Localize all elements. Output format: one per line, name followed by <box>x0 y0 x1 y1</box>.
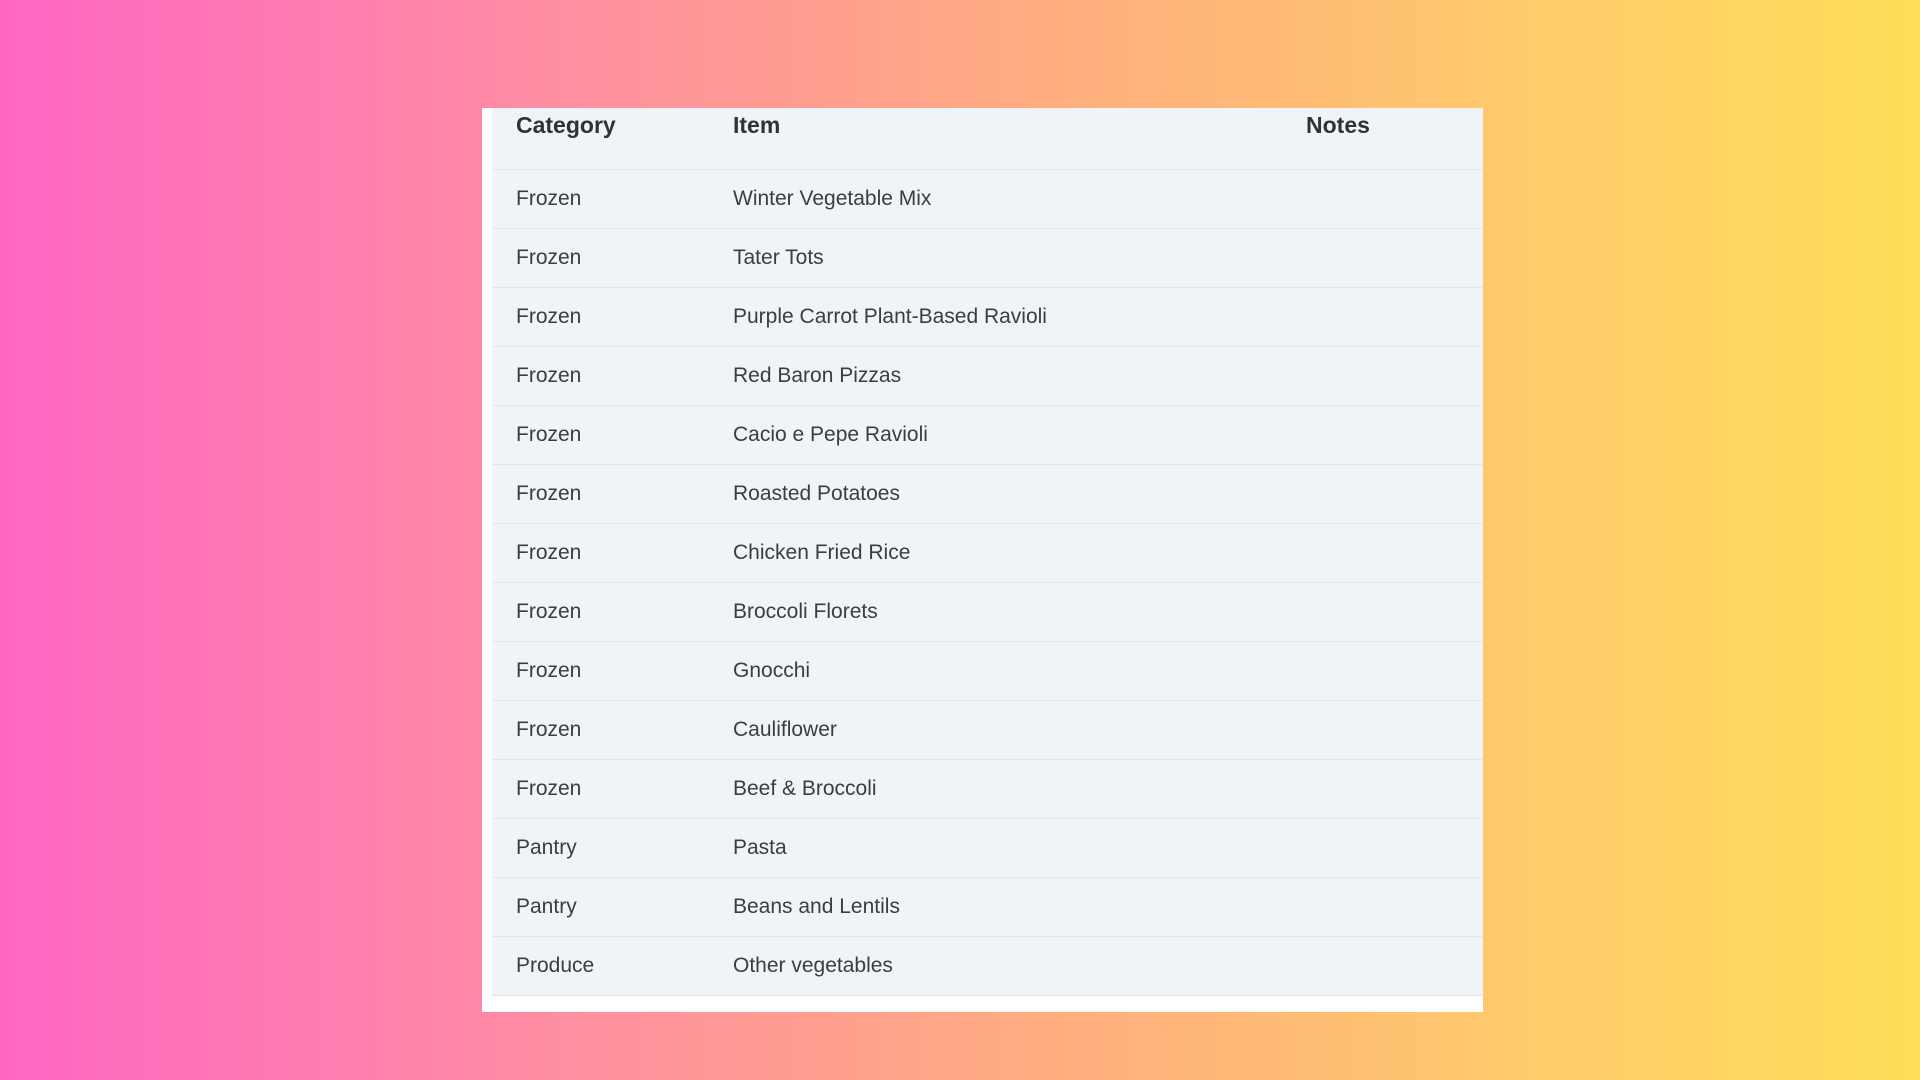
category-cell: Frozen <box>516 305 582 328</box>
item-cell: Beef & Broccoli <box>733 777 877 800</box>
table-row[interactable]: Frozen Beef & Broccoli <box>492 760 1483 819</box>
category-cell: Frozen <box>516 659 582 682</box>
table-row[interactable]: Frozen Tater Tots <box>492 229 1483 288</box>
category-cell: Frozen <box>516 246 582 269</box>
item-cell: Cauliflower <box>733 718 837 741</box>
item-cell: Tater Tots <box>733 246 824 269</box>
category-cell: Frozen <box>516 364 582 387</box>
category-cell: Frozen <box>516 423 582 446</box>
category-cell: Frozen <box>516 187 582 210</box>
grocery-table: Category Item Notes Frozen Winter Vegeta… <box>492 108 1483 996</box>
table-row[interactable]: Frozen Red Baron Pizzas <box>492 347 1483 406</box>
category-cell: Pantry <box>516 836 577 859</box>
table-row[interactable]: Frozen Purple Carrot Plant-Based Ravioli <box>492 288 1483 347</box>
item-cell: Pasta <box>733 836 787 859</box>
table-row[interactable]: Frozen Roasted Potatoes <box>492 465 1483 524</box>
table-row[interactable]: Frozen Winter Vegetable Mix <box>492 170 1483 229</box>
category-cell: Frozen <box>516 718 582 741</box>
item-cell: Winter Vegetable Mix <box>733 187 932 210</box>
table-row[interactable]: Frozen Gnocchi <box>492 642 1483 701</box>
category-cell: Frozen <box>516 777 582 800</box>
table-row[interactable]: Produce Other vegetables <box>492 937 1483 996</box>
table-row[interactable]: Frozen Cacio e Pepe Ravioli <box>492 406 1483 465</box>
table-row[interactable]: Pantry Pasta <box>492 819 1483 878</box>
table-row[interactable]: Pantry Beans and Lentils <box>492 878 1483 937</box>
item-cell: Broccoli Florets <box>733 600 878 623</box>
item-cell: Other vegetables <box>733 954 893 977</box>
table-row[interactable]: Frozen Chicken Fried Rice <box>492 524 1483 583</box>
table-header-row: Category Item Notes <box>492 108 1483 170</box>
item-cell: Chicken Fried Rice <box>733 541 911 564</box>
category-cell: Frozen <box>516 541 582 564</box>
table-row[interactable]: Frozen Cauliflower <box>492 701 1483 760</box>
column-header-item[interactable]: Item <box>733 112 1306 139</box>
item-cell: Beans and Lentils <box>733 895 900 918</box>
item-cell: Purple Carrot Plant-Based Ravioli <box>733 305 1047 328</box>
category-cell: Pantry <box>516 895 577 918</box>
item-cell: Gnocchi <box>733 659 811 682</box>
item-cell: Cacio e Pepe Ravioli <box>733 423 928 446</box>
category-cell: Frozen <box>516 482 582 505</box>
category-cell: Produce <box>516 954 595 977</box>
item-cell: Red Baron Pizzas <box>733 364 902 387</box>
column-header-category[interactable]: Category <box>492 112 733 139</box>
item-cell: Roasted Potatoes <box>733 482 900 505</box>
grocery-table-card: Category Item Notes Frozen Winter Vegeta… <box>482 108 1483 1012</box>
column-header-notes[interactable]: Notes <box>1306 112 1483 139</box>
table-row[interactable]: Frozen Broccoli Florets <box>492 583 1483 642</box>
category-cell: Frozen <box>516 600 582 623</box>
